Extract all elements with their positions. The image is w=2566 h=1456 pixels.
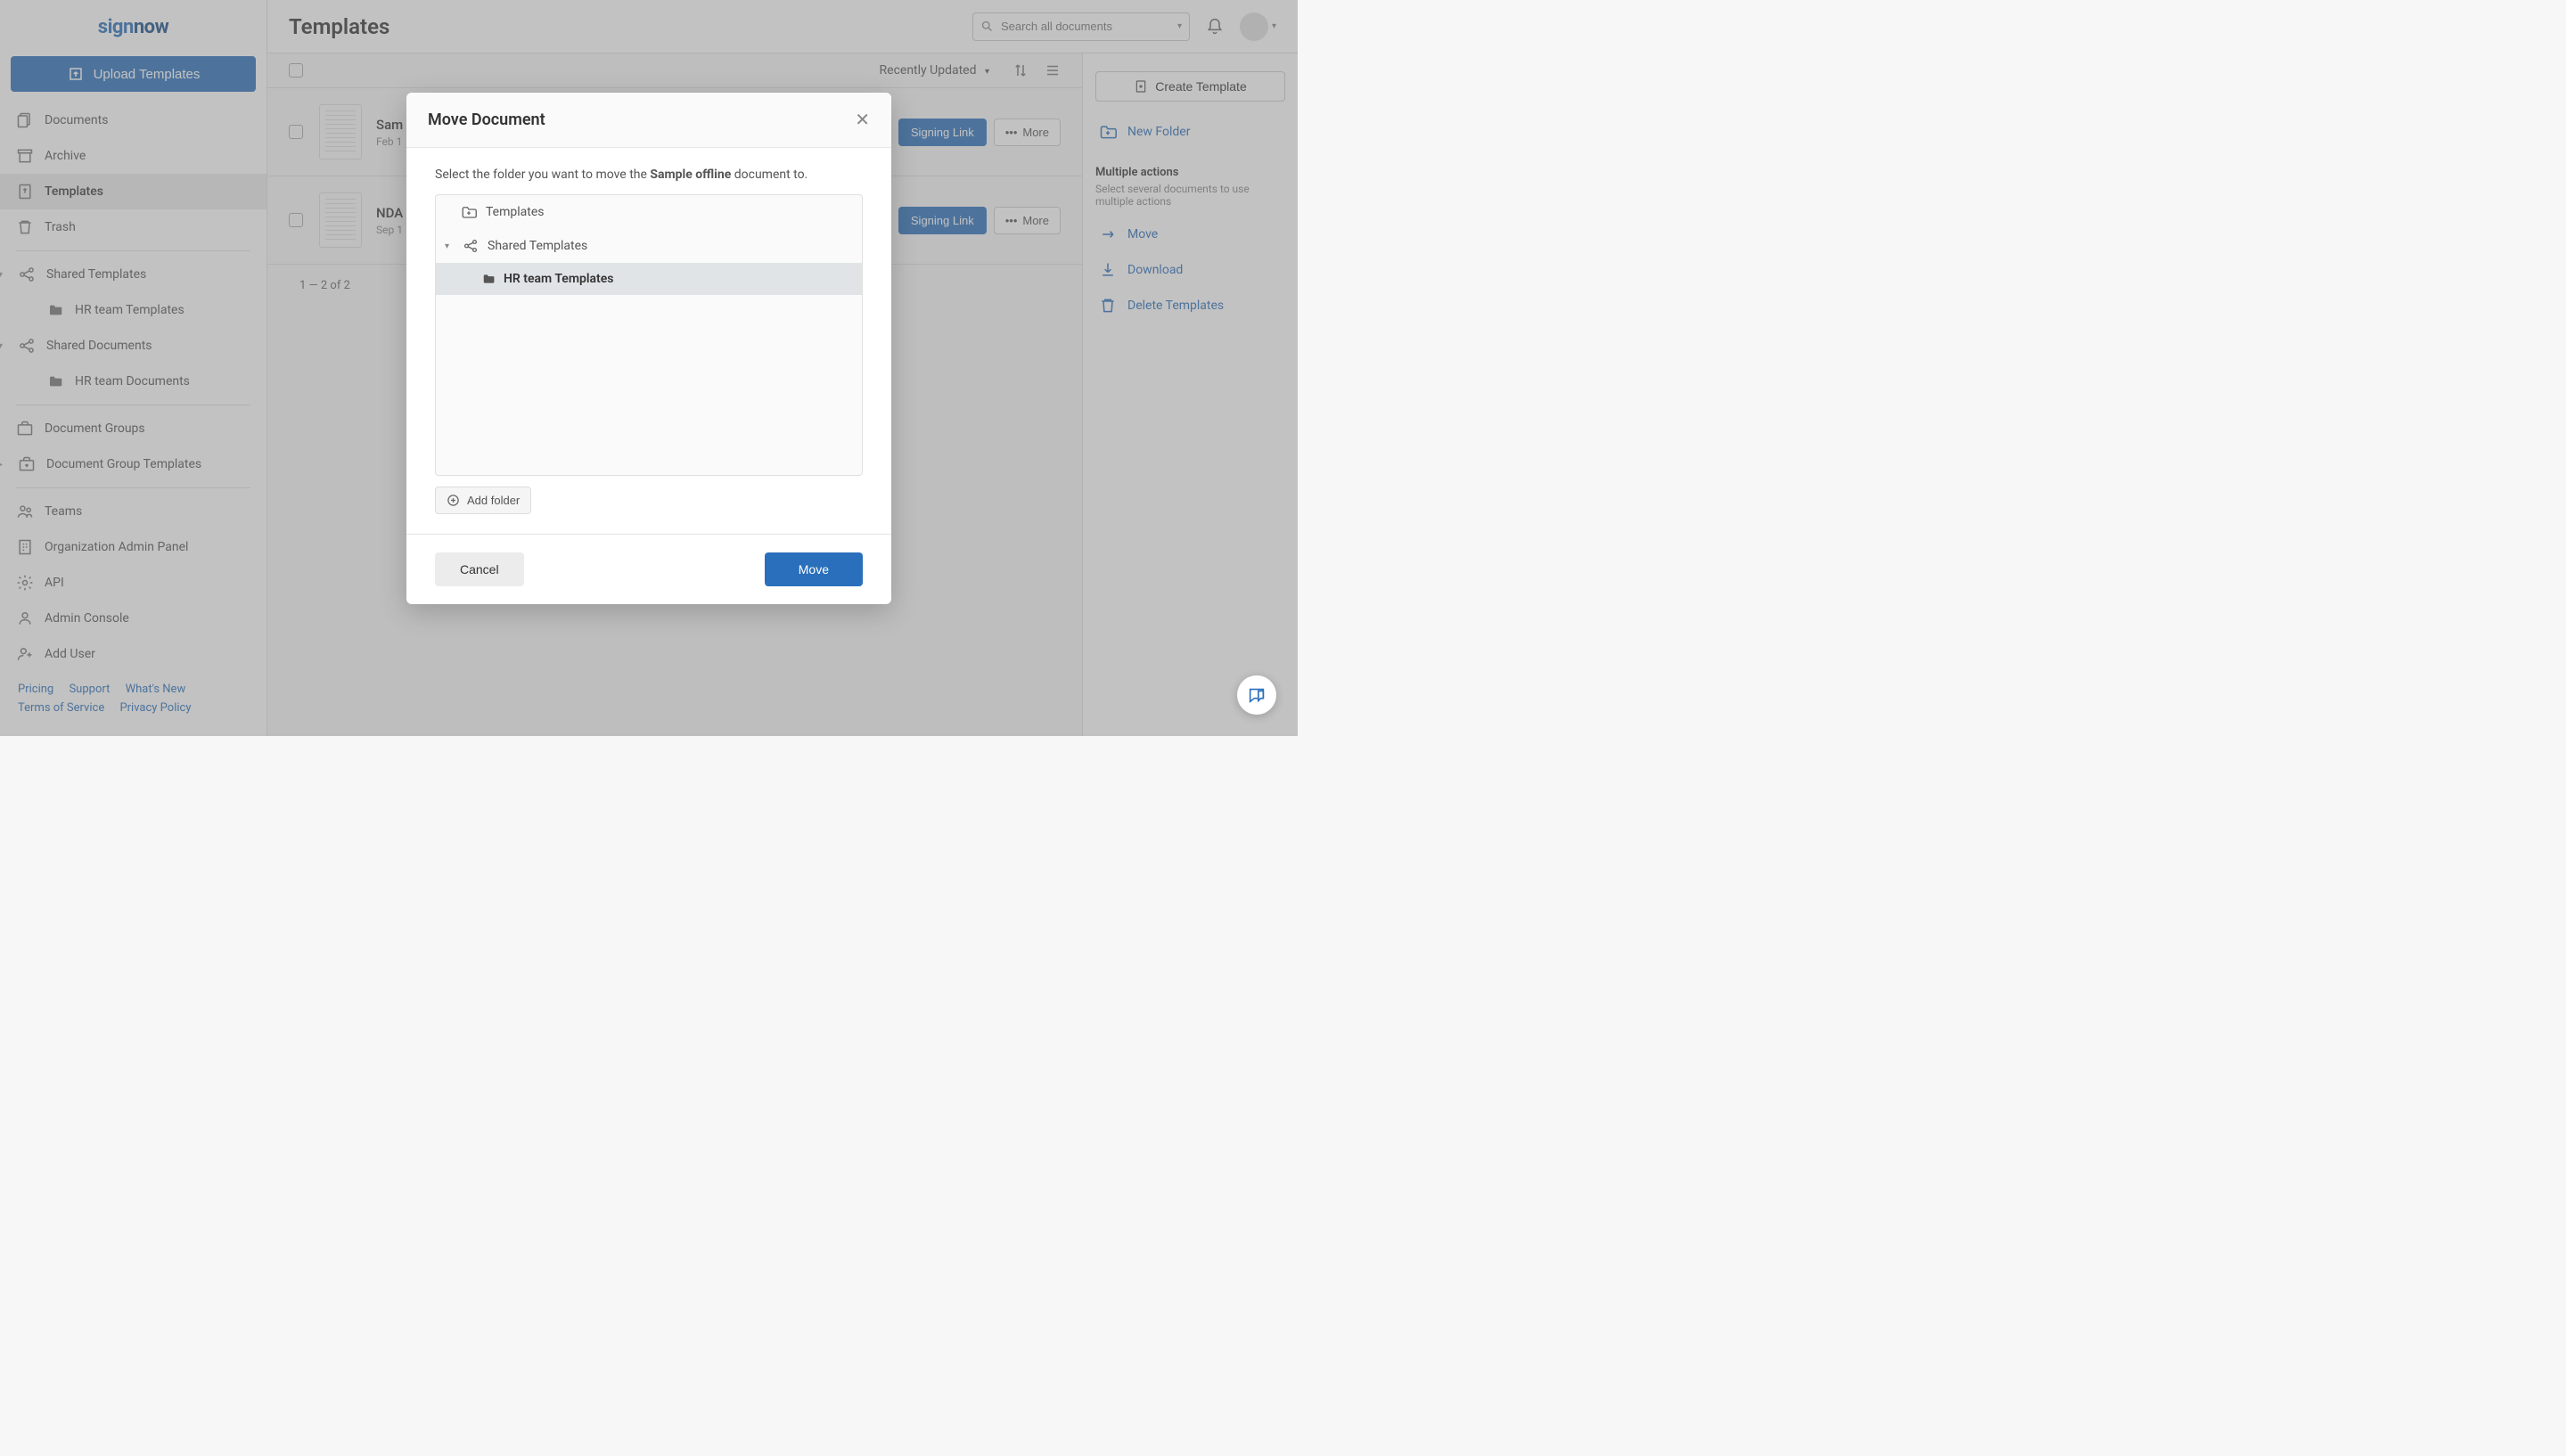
share-icon (463, 238, 479, 254)
modal-title: Move Document (428, 110, 545, 129)
modal-actions: Cancel Move (406, 534, 891, 604)
cancel-button[interactable]: Cancel (435, 552, 524, 586)
close-icon: ✕ (855, 110, 870, 130)
tree-item-hr-team-templates[interactable]: HR team Templates (436, 263, 862, 295)
modal-body: Select the folder you want to move the S… (406, 148, 891, 534)
tree-item-templates[interactable]: Templates (436, 195, 862, 229)
folder-icon (482, 273, 495, 285)
modal-header: Move Document ✕ (406, 93, 891, 148)
chevron-down-icon: ▾ (445, 241, 454, 251)
tree-item-shared-templates[interactable]: ▾ Shared Templates (436, 229, 862, 263)
modal-close-button[interactable]: ✕ (855, 109, 870, 131)
folder-plus-icon (461, 204, 477, 220)
plus-circle-icon (447, 494, 460, 507)
move-document-modal: Move Document ✕ Select the folder you wa… (406, 93, 891, 604)
move-button[interactable]: Move (765, 552, 863, 586)
chat-button[interactable] (1237, 675, 1276, 715)
modal-instruction: Select the folder you want to move the S… (435, 168, 863, 182)
add-folder-button[interactable]: Add folder (435, 487, 531, 514)
chat-icon (1247, 685, 1267, 705)
folder-tree: Templates ▾ Shared Templates HR team Tem… (435, 194, 863, 476)
